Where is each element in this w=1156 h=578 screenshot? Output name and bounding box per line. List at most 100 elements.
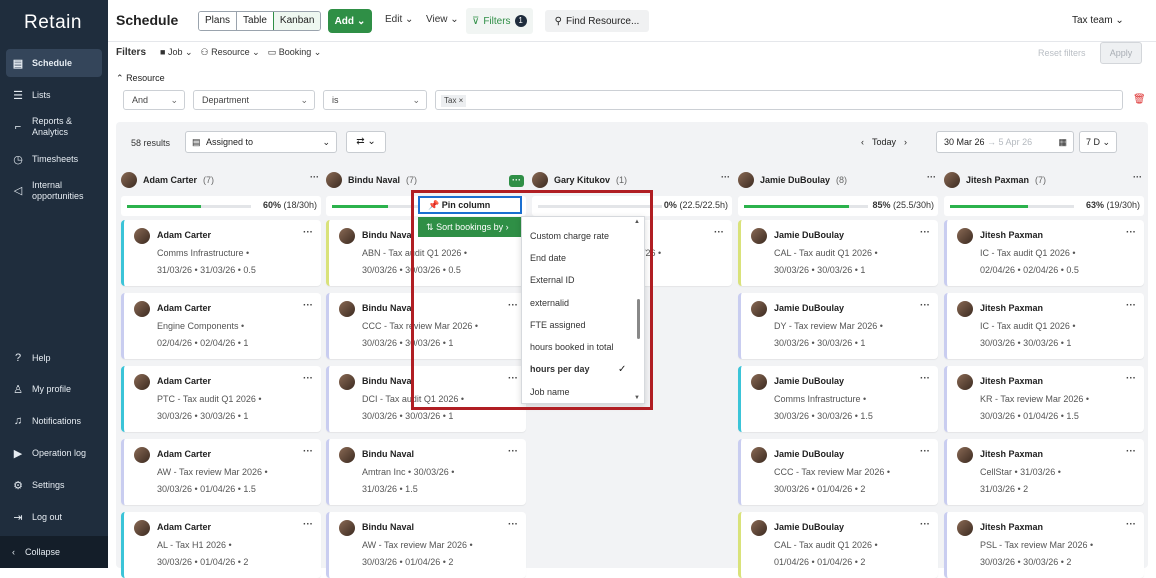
view-plans[interactable]: Plans (199, 12, 238, 30)
field-select[interactable]: Department ⌄ (193, 90, 315, 110)
booking-card[interactable]: Adam Carter ··· Engine Components • 02/04/2… (121, 293, 321, 359)
card-name: Adam Carter (157, 376, 212, 386)
more-icon[interactable]: ··· (303, 519, 313, 530)
highlight-box (411, 190, 653, 410)
swap-button[interactable]: ⇄ ⌄ (346, 131, 386, 153)
sidebar-item-lists[interactable]: ☰ Lists (6, 81, 102, 109)
add-button[interactable]: Add ⌄ (328, 9, 372, 33)
trash-icon[interactable]: 🗑 (1133, 94, 1146, 105)
avatar (751, 520, 767, 536)
and-value: And (132, 95, 149, 105)
column-jamie-duboulay: Jamie DuBoulay (8) ··· 85% (25.5/30h) Jami… (738, 162, 938, 578)
operator-select[interactable]: is ⌄ (323, 90, 427, 110)
filter-booking[interactable]: ▭ Booking ⌄ (268, 47, 322, 58)
filter-job-label: Job (167, 47, 183, 57)
booking-card[interactable]: Adam Carter ··· AW - Tax review Mar 2026 •… (121, 439, 321, 505)
booking-card[interactable]: Adam Carter ··· AL - Tax H1 2026 • 30/03/26… (121, 512, 321, 578)
booking-card[interactable]: Jamie DuBoulay ··· CAL - Tax audit Q1 2026… (738, 220, 938, 286)
more-icon[interactable]: ··· (721, 172, 730, 182)
booking-card[interactable]: Jamie DuBoulay ··· CAL - Tax audit Q1 2026… (738, 512, 938, 578)
more-icon[interactable]: ··· (920, 519, 930, 530)
column-header[interactable]: Adam Carter (7) ··· (121, 170, 321, 190)
prev-icon[interactable]: ‹ (861, 137, 864, 147)
value-input[interactable]: Tax × (435, 90, 1123, 110)
apply-button[interactable]: Apply (1100, 42, 1142, 64)
group-by-select[interactable]: ▤ Assigned to ⌄ (185, 131, 337, 153)
booking-card[interactable]: Jamie DuBoulay ··· DY - Tax review Mar 202… (738, 293, 938, 359)
column-header[interactable]: Gary Kitukov (1) ··· (532, 170, 732, 190)
and-select[interactable]: And ⌄ (123, 90, 185, 110)
sidebar-item-notifications[interactable]: ♫ Notifications (6, 407, 102, 435)
more-icon[interactable]: ··· (508, 446, 518, 457)
more-icon[interactable]: ··· (303, 227, 313, 238)
filter-job[interactable]: ■ Job ⌄ (160, 47, 193, 58)
more-icon[interactable]: ··· (303, 446, 313, 457)
view-menu[interactable]: View ⌄ (426, 14, 459, 25)
value-tag[interactable]: Tax × (441, 95, 467, 107)
more-icon[interactable]: ··· (920, 300, 930, 311)
more-icon[interactable]: ··· (1126, 519, 1136, 530)
next-icon[interactable]: › (904, 137, 907, 147)
more-icon[interactable]: ··· (509, 175, 524, 187)
more-icon[interactable]: ··· (927, 172, 936, 182)
find-resource-button[interactable]: ⚲ Find Resource... (545, 10, 649, 32)
utilization-pct: 60% (262, 200, 281, 210)
more-icon[interactable]: ··· (920, 227, 930, 238)
team-selector[interactable]: Tax team ⌄ (1072, 15, 1124, 26)
more-icon[interactable]: ··· (310, 172, 319, 182)
column-header[interactable]: Jamie DuBoulay (8) ··· (738, 170, 938, 190)
card-project: PTC - Tax audit Q1 2026 • (157, 394, 262, 404)
booking-card[interactable]: Adam Carter ··· PTC - Tax audit Q1 2026 • 3… (121, 366, 321, 432)
booking-card[interactable]: Adam Carter ··· Comms Infrastructure • 31/0… (121, 220, 321, 286)
more-icon[interactable]: ··· (1126, 446, 1136, 457)
sidebar-item-settings[interactable]: ⚙ Settings (6, 471, 102, 499)
column-header[interactable]: Bindu Naval (7) ··· (326, 170, 526, 190)
booking-card[interactable]: Bindu Naval ··· Amtran Inc • 30/03/26 • 31/… (326, 439, 526, 505)
resource-section-toggle[interactable]: ⌃ Resource (116, 73, 165, 84)
sidebar-item-schedule[interactable]: ▤ Schedule (6, 49, 102, 77)
today-button[interactable]: Today (872, 137, 896, 147)
avatar (339, 374, 355, 390)
booking-card[interactable]: Jitesh Paxman ··· CellStar • 31/03/26 • 31/… (944, 439, 1144, 505)
more-icon[interactable]: ··· (1126, 300, 1136, 311)
card-project: Amtran Inc • 30/03/26 • (362, 467, 455, 477)
more-icon[interactable]: ··· (714, 227, 724, 238)
more-icon[interactable]: ··· (303, 300, 313, 311)
reset-filters-button[interactable]: Reset filters (1038, 48, 1086, 58)
booking-card[interactable]: Jitesh Paxman ··· KR - Tax review Mar 2026… (944, 366, 1144, 432)
booking-card[interactable]: Jitesh Paxman ··· IC - Tax audit Q1 2026 •… (944, 293, 1144, 359)
card-project: Engine Components • (157, 321, 245, 331)
sidebar-item-help[interactable]: ? Help (6, 344, 102, 372)
collapse-button[interactable]: ‹ Collapse (0, 536, 108, 568)
view-table[interactable]: Table (237, 12, 274, 30)
card-dates: 30/03/26 • 01/04/26 • 1.5 (980, 411, 1079, 421)
sidebar-item-internal-opportunities[interactable]: ◁ Internal opportunities (6, 176, 102, 206)
booking-card[interactable]: Jamie DuBoulay ··· Comms Infrastructure • 3… (738, 366, 938, 432)
booking-card[interactable]: Jitesh Paxman ··· PSL - Tax review Mar 202… (944, 512, 1144, 578)
more-icon[interactable]: ··· (1126, 227, 1136, 238)
card-dates: 30/03/26 • 01/04/26 • 2 (774, 484, 866, 494)
edit-menu[interactable]: Edit ⌄ (385, 14, 413, 25)
range-select[interactable]: 7 D ⌄ (1079, 131, 1117, 153)
booking-card[interactable]: Jamie DuBoulay ··· CCC - Tax review Mar 20… (738, 439, 938, 505)
booking-card[interactable]: Jitesh Paxman ··· IC - Tax audit Q1 2026 •… (944, 220, 1144, 286)
sidebar-item-reports[interactable]: ⌐ Reports & Analytics (6, 112, 102, 142)
sidebar-item-operation-log[interactable]: ▶ Operation log (6, 439, 102, 467)
column-header[interactable]: Jitesh Paxman (7) ··· (944, 170, 1144, 190)
more-icon[interactable]: ··· (303, 373, 313, 384)
more-icon[interactable]: ··· (1126, 373, 1136, 384)
filter-resource[interactable]: ⚇ Resource ⌄ (201, 47, 260, 58)
more-icon[interactable]: ··· (508, 519, 518, 530)
more-icon[interactable]: ··· (920, 373, 930, 384)
sidebar-item-profile[interactable]: ♙ My profile (6, 375, 102, 403)
view-kanban[interactable]: Kanban (272, 12, 321, 30)
sidebar-item-timesheets[interactable]: ◷ Timesheets (6, 145, 102, 173)
booking-card[interactable]: Bindu Naval ··· AW - Tax review Mar 2026 •… (326, 512, 526, 578)
more-icon[interactable]: ··· (1133, 172, 1142, 182)
filters-button[interactable]: ⊽ Filters 1 (466, 8, 533, 34)
sidebar-item-logout[interactable]: ⇥ Log out (6, 503, 102, 531)
column-name: Bindu Naval (348, 175, 401, 185)
more-icon[interactable]: ··· (920, 446, 930, 457)
date-range-input[interactable]: 30 Mar 26 → 5 Apr 26 ▦ (936, 131, 1074, 153)
avatar (957, 447, 973, 463)
